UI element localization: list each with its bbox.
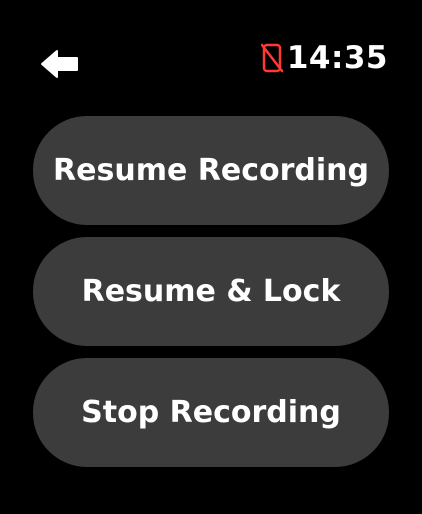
back-button[interactable]	[38, 46, 82, 82]
resume-and-lock-button[interactable]: Resume & Lock	[33, 237, 389, 346]
back-arrow-icon	[41, 50, 78, 78]
clock-time: 14:35	[286, 40, 388, 76]
stop-recording-label: Stop Recording	[81, 395, 341, 430]
resume-and-lock-label: Resume & Lock	[81, 274, 341, 309]
status-bar: 14:35	[0, 0, 422, 110]
status-indicators: 14:35	[260, 38, 388, 78]
resume-recording-label: Resume Recording	[53, 153, 369, 188]
action-list: Resume Recording Resume & Lock Stop Reco…	[33, 116, 389, 479]
phone-disconnected-icon	[260, 42, 284, 74]
stop-recording-button[interactable]: Stop Recording	[33, 358, 389, 467]
resume-recording-button[interactable]: Resume Recording	[33, 116, 389, 225]
